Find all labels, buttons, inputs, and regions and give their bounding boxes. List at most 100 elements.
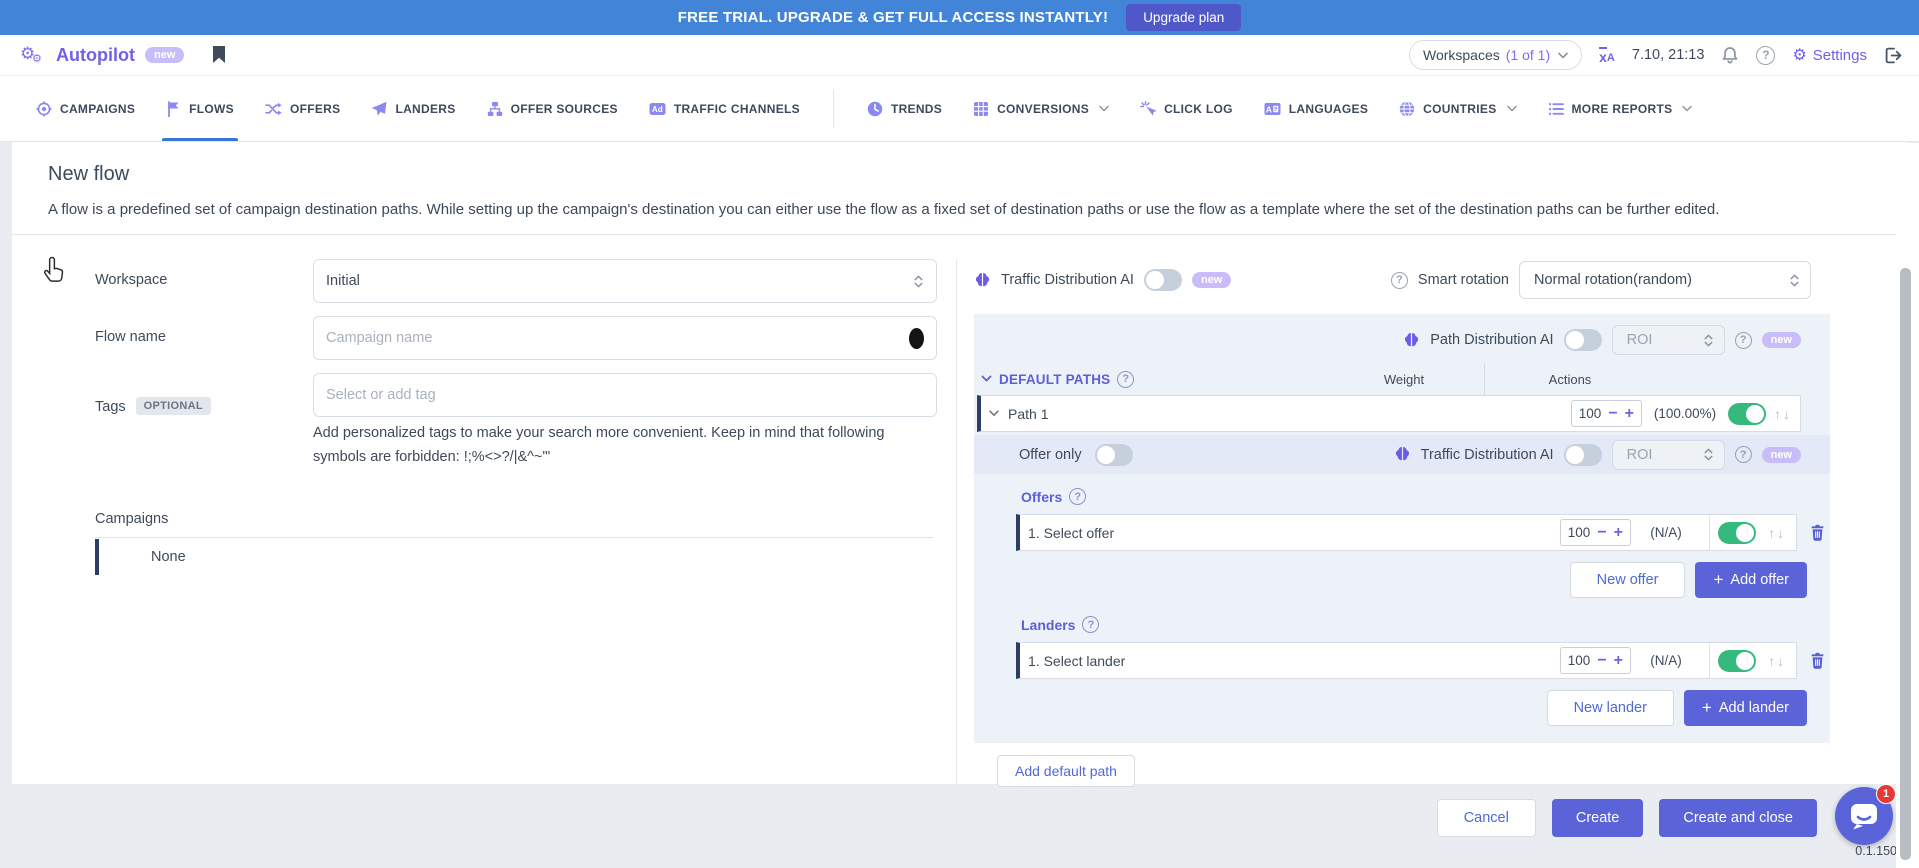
path-traffic-ai-toggle[interactable] [1564, 444, 1602, 466]
ai-brain-icon [1394, 446, 1411, 463]
nav-item-conversions[interactable]: CONVERSIONS [973, 76, 1109, 141]
app-root: FREE TRIAL. UPGRADE & GET FULL ACCESS IN… [0, 0, 1919, 868]
default-paths-help-icon[interactable]: ? [1117, 371, 1134, 388]
path-traffic-ai-help-icon[interactable]: ? [1735, 446, 1752, 463]
nav-item-traffic-channels[interactable]: Ad TRAFFIC CHANNELS [649, 76, 800, 141]
cancel-button[interactable]: Cancel [1437, 799, 1536, 837]
flow-name-input[interactable] [326, 330, 909, 346]
delete-lander-icon[interactable] [1810, 652, 1825, 669]
nav-item-click-log[interactable]: CLICK LOG [1140, 76, 1233, 141]
minus-icon[interactable]: − [1608, 406, 1617, 422]
nav-item-campaigns[interactable]: CAMPAIGNS [36, 76, 135, 141]
offer-weight-stepper: 100 − + [1560, 519, 1631, 546]
new-offer-button[interactable]: New offer [1570, 562, 1686, 598]
brand-logo[interactable]: Autopilot [56, 45, 135, 66]
datetime-label: 7.10, 21:13 [1632, 47, 1705, 63]
help-icon[interactable]: ? [1756, 46, 1775, 65]
create-and-close-button[interactable]: Create and close [1659, 799, 1817, 837]
landers-help-icon[interactable]: ? [1082, 616, 1099, 633]
gear-icon: ⚙ [1792, 45, 1806, 65]
nav-item-flows[interactable]: FLOWS [166, 76, 234, 141]
translate-icon[interactable]: xA [1599, 47, 1615, 64]
move-up-icon[interactable]: ↑ [1774, 406, 1781, 422]
weight-value[interactable]: 100 [1568, 525, 1591, 540]
offers-section: Offers ? 1. Select offer 100 − + [974, 474, 1830, 598]
nav-item-more-reports[interactable]: MORE REPORTS [1548, 76, 1693, 141]
move-up-icon[interactable]: ↑ [1768, 525, 1775, 541]
collapse-chevron-icon[interactable] [981, 375, 992, 383]
path-enabled-toggle[interactable] [1728, 403, 1766, 425]
nav-item-offer-sources[interactable]: OFFER SOURCES [487, 76, 618, 141]
default-paths-header: DEFAULT PATHS ? Weight Actions [974, 363, 1830, 395]
logout-icon[interactable] [1884, 47, 1903, 64]
tags-input[interactable] [326, 387, 924, 403]
nav-item-trends[interactable]: TRENDS [867, 76, 942, 141]
weight-value[interactable]: 100 [1568, 653, 1591, 668]
nav-item-offers[interactable]: OFFERS [265, 76, 340, 141]
smart-rotation-select[interactable]: Normal rotation(random) [1519, 261, 1811, 299]
plus-icon[interactable]: + [1625, 406, 1634, 422]
workspace-select[interactable]: Initial [313, 259, 937, 303]
move-down-icon[interactable]: ↓ [1783, 406, 1790, 422]
path-ai-help-icon[interactable]: ? [1735, 332, 1752, 349]
offer-enabled-toggle[interactable] [1718, 522, 1756, 544]
chat-widget-button[interactable]: 1 [1835, 787, 1893, 845]
plus-icon[interactable]: + [1614, 525, 1623, 541]
select-chevrons-icon [1789, 273, 1800, 288]
workspaces-label: Workspaces [1423, 47, 1500, 63]
select-offer[interactable]: 1. Select offer [1028, 525, 1560, 541]
bookmark-icon[interactable] [212, 46, 226, 64]
add-default-path-button[interactable]: Add default path [997, 755, 1135, 787]
smart-rotation-label: Smart rotation [1418, 272, 1509, 288]
plus-icon: + [1713, 570, 1723, 590]
delete-offer-icon[interactable] [1810, 524, 1825, 541]
plus-icon[interactable]: + [1614, 653, 1623, 669]
campaigns-divider [95, 537, 933, 538]
new-lander-button[interactable]: New lander [1547, 690, 1674, 726]
nav-item-countries[interactable]: COUNTRIES [1399, 76, 1516, 141]
minus-icon[interactable]: − [1597, 653, 1606, 669]
weight-value[interactable]: 100 [1579, 406, 1602, 421]
row-divider [1709, 643, 1710, 678]
offer-only-toggle[interactable] [1095, 444, 1133, 466]
add-lander-button[interactable]: + Add lander [1684, 690, 1807, 726]
brand-gears-icon: ⚙⚙ [20, 44, 46, 66]
paths-panel: Path Distribution AI ROI ? new DEFAULT P… [974, 314, 1830, 743]
path-traffic-ai-metric-select[interactable]: ROI [1612, 440, 1725, 470]
select-lander[interactable]: 1. Select lander [1028, 653, 1560, 669]
move-down-icon[interactable]: ↓ [1777, 525, 1784, 541]
nav-item-landers[interactable]: LANDERS [371, 76, 455, 141]
workspaces-selector[interactable]: Workspaces (1 of 1) [1409, 40, 1582, 70]
path-ai-toggle[interactable] [1564, 329, 1602, 351]
minus-icon[interactable]: − [1597, 525, 1606, 541]
move-down-icon[interactable]: ↓ [1777, 653, 1784, 669]
select-chevrons-icon [1703, 333, 1714, 348]
lander-enabled-toggle[interactable] [1718, 650, 1756, 672]
nav-item-languages[interactable]: A LANGUAGES [1264, 76, 1368, 141]
ai-brain-icon [1403, 332, 1420, 349]
chevron-down-icon [1682, 105, 1692, 112]
path-traffic-ai-label: Traffic Distribution AI [1421, 447, 1554, 463]
tags-help-text: Add personalized tags to make your searc… [313, 421, 937, 469]
path-ai-metric-select[interactable]: ROI [1612, 325, 1725, 355]
default-paths-title: DEFAULT PATHS [999, 372, 1110, 387]
move-up-icon[interactable]: ↑ [1768, 653, 1775, 669]
traffic-ai-toggle[interactable] [1144, 269, 1182, 291]
chevron-down-icon [1099, 105, 1109, 112]
flow-name-label: Flow name [95, 316, 313, 360]
scrollbar-thumb[interactable] [1900, 268, 1911, 860]
smart-rotation-help-icon[interactable]: ? [1391, 272, 1408, 289]
main-nav: CAMPAIGNS FLOWS OFFERS LANDERS OFFER SOU… [0, 76, 1919, 142]
settings-button[interactable]: ⚙ Settings [1792, 45, 1867, 65]
notifications-bell-icon[interactable] [1721, 46, 1739, 65]
create-button[interactable]: Create [1552, 799, 1644, 837]
row-divider [1709, 515, 1710, 550]
upgrade-plan-button[interactable]: Upgrade plan [1126, 4, 1241, 31]
svg-text:A: A [1266, 104, 1272, 114]
path-ai-label: Path Distribution AI [1430, 332, 1553, 348]
path-name[interactable]: Path 1 [989, 406, 1571, 422]
ai-brain-icon [974, 272, 991, 289]
offers-help-icon[interactable]: ? [1069, 488, 1086, 505]
add-offer-button[interactable]: + Add offer [1695, 562, 1807, 598]
offer-only-row: Offer only Traffic Distribution AI ROI [974, 435, 1830, 474]
